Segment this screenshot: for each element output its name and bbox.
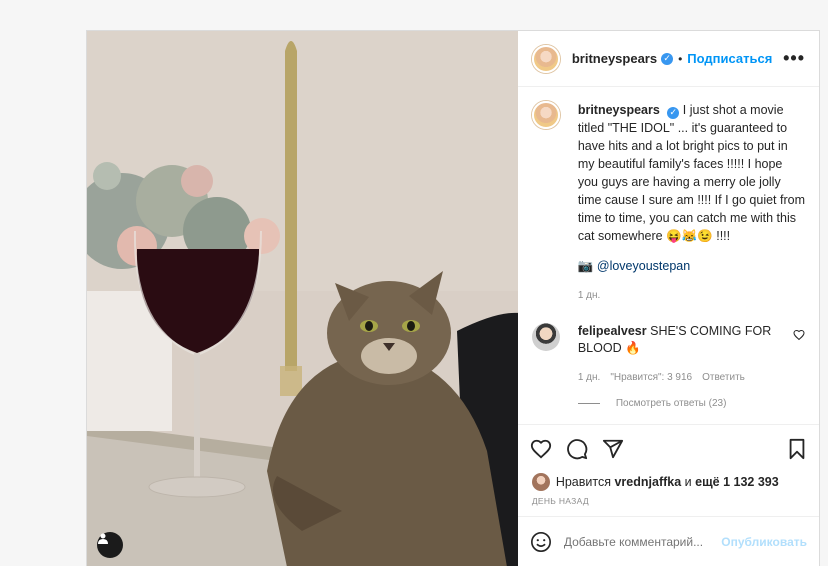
caption-avatar[interactable]	[531, 101, 560, 129]
camera-icon: 📷	[577, 259, 594, 273]
comment-like-heart-icon[interactable]	[793, 329, 805, 341]
comment-item: felipealvesr SHE'S COMING FOR BLOOD 🔥 1 …	[531, 323, 805, 386]
author-username[interactable]: britneyspears	[572, 51, 657, 66]
follow-button[interactable]: Подписаться	[687, 51, 772, 66]
liker-avatar	[531, 473, 550, 491]
instagram-post: britneyspears ✓ • Подписаться ••• britne…	[86, 30, 820, 566]
comment-icon[interactable]	[566, 438, 588, 460]
reply-button[interactable]: Ответить	[702, 369, 745, 386]
post-caption: britneyspears ✓ I just shot a movie titl…	[531, 101, 805, 305]
share-icon[interactable]	[602, 438, 624, 460]
verified-badge-icon: ✓	[667, 107, 680, 119]
verified-badge-icon: ✓	[661, 52, 674, 65]
publish-button[interactable]: Опубликовать	[721, 535, 807, 549]
likes-and: и	[684, 475, 692, 489]
commenter-avatar[interactable]	[531, 323, 560, 351]
post-header: britneyspears ✓ • Подписаться •••	[517, 31, 819, 87]
caption-username[interactable]: britneyspears	[578, 103, 660, 117]
caption-time: 1 дн.	[577, 290, 601, 301]
commenter-username[interactable]: felipealvesr	[578, 324, 647, 338]
comment-body: felipealvesr SHE'S COMING FOR BLOOD 🔥 1 …	[578, 323, 793, 386]
cat-photo-illustration	[87, 31, 518, 566]
post-date: ДЕНЬ НАЗАД	[531, 496, 589, 506]
author-avatar[interactable]	[531, 44, 560, 73]
likes-prefix: Нравится	[555, 475, 611, 489]
comment-likes[interactable]: "Нравится": 3 916	[610, 369, 692, 386]
comment-time: 1 дн.	[577, 372, 601, 383]
caption-text: I just shot a movie titled "THE IDOL" ..…	[577, 103, 806, 243]
view-replies-label[interactable]: Посмотреть ответы (23)	[616, 398, 727, 409]
likes-summary[interactable]: Нравится vrednjaffka и ещё 1 132 393	[518, 472, 819, 492]
liker-username[interactable]: vrednjaffka	[614, 475, 681, 489]
user-tag-icon	[98, 533, 108, 544]
separator-dot: •	[678, 51, 683, 66]
comment-meta: 1 дн. "Нравится": 3 916 Ответить	[578, 369, 793, 386]
heart-icon[interactable]	[530, 438, 552, 460]
comments-section[interactable]: britneyspears ✓ I just shot a movie titl…	[518, 87, 819, 424]
bookmark-icon[interactable]	[787, 438, 807, 460]
post-photo[interactable]	[87, 31, 518, 566]
view-replies[interactable]: Посмотреть ответы (23)	[577, 398, 805, 409]
replies-divider	[577, 403, 600, 404]
caption-text-block: britneyspears ✓ I just shot a movie titl…	[578, 101, 805, 305]
likes-count[interactable]: ещё 1 132 393	[695, 475, 779, 489]
add-comment-bar: Опубликовать	[517, 516, 819, 566]
user-tag-button[interactable]	[97, 532, 123, 558]
post-sidebar: britneyspears ✓ • Подписаться ••• britne…	[517, 31, 819, 566]
more-options-button[interactable]: •••	[783, 48, 805, 69]
action-bar	[517, 424, 819, 472]
mention-link[interactable]: @loveyoustepan	[597, 259, 690, 273]
emoji-icon[interactable]	[530, 531, 552, 553]
tagged-mention[interactable]: 📷 @loveyoustepan	[578, 257, 805, 275]
comment-input[interactable]	[563, 534, 722, 549]
